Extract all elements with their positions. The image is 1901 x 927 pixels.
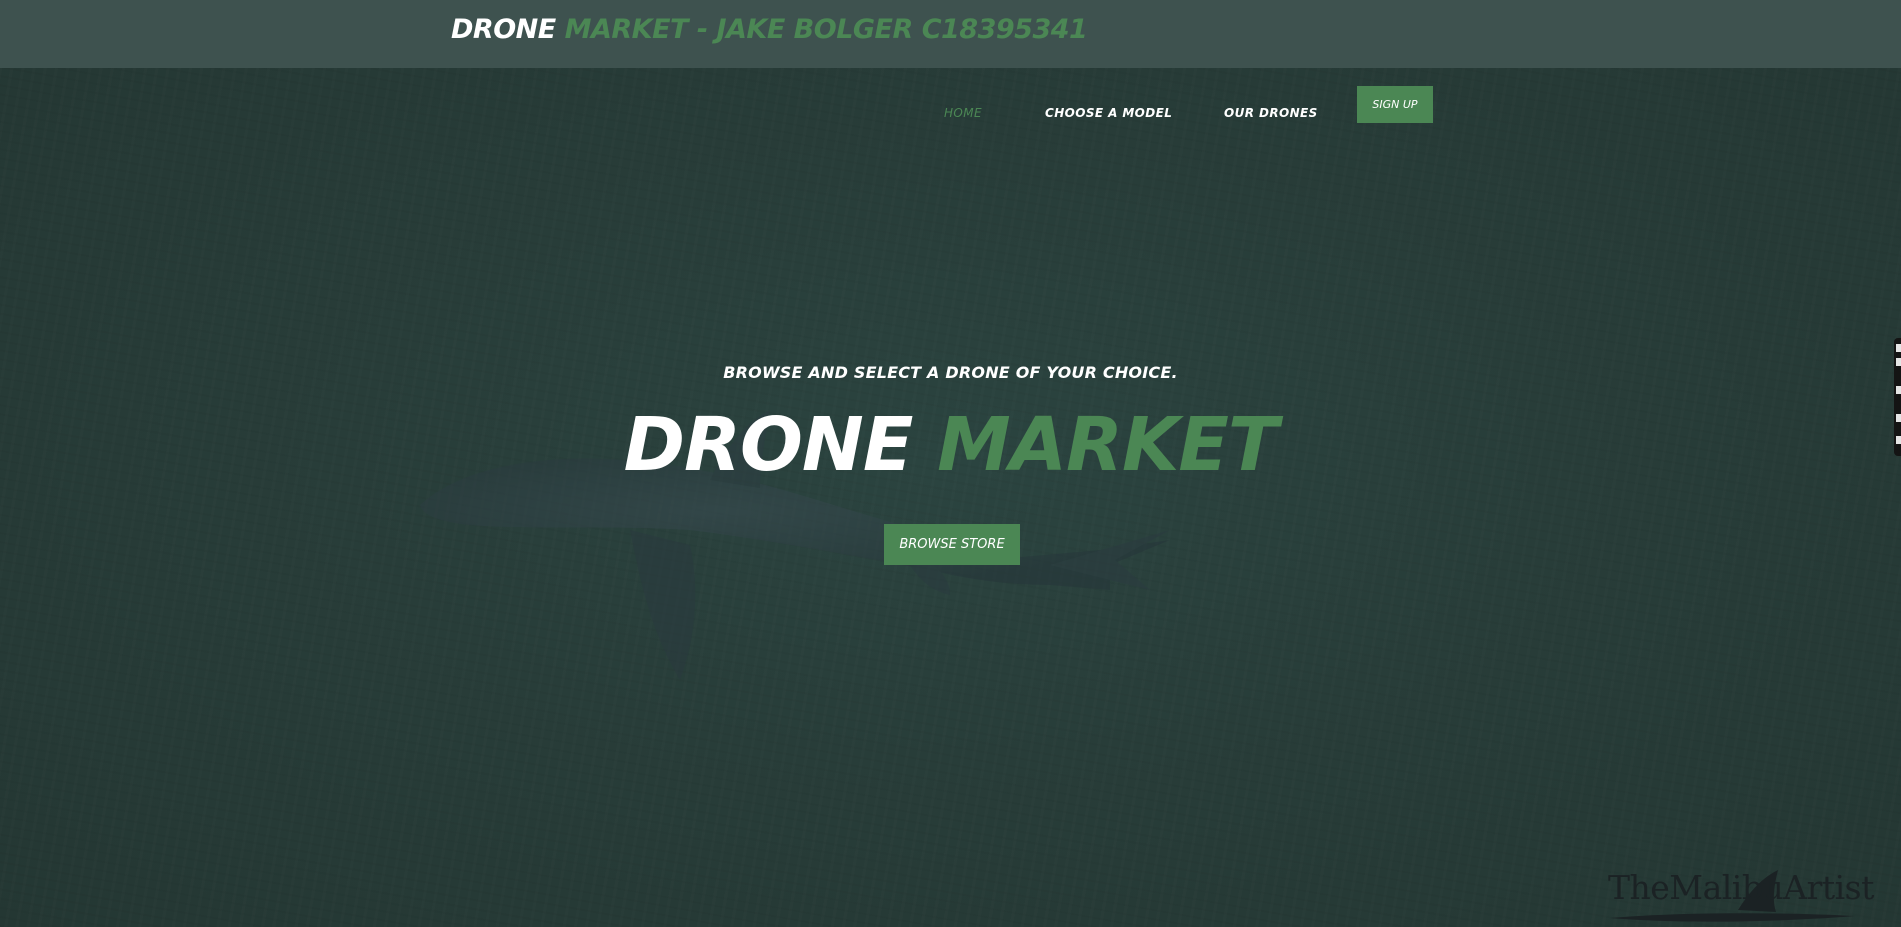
toolbar-icon[interactable] xyxy=(1896,386,1901,394)
toolbar-icon[interactable] xyxy=(1896,344,1901,352)
hero-tagline: BROWSE AND SELECT A DRONE OF YOUR CHOICE… xyxy=(723,363,1178,382)
toolbar-icon[interactable] xyxy=(1896,414,1901,422)
browse-store-button[interactable]: BROWSE STORE xyxy=(884,524,1020,565)
hero-title-green: MARKET xyxy=(937,402,1278,488)
top-header-bar: DRONE MARKET - JAKE BOLGER C18395341 xyxy=(0,0,1901,68)
side-toolbar-widget[interactable] xyxy=(1894,338,1901,456)
nav-link-choose-a-model[interactable]: CHOOSE A MODEL xyxy=(1045,106,1172,120)
sign-up-button[interactable]: SIGN UP xyxy=(1357,86,1433,123)
toolbar-icon[interactable] xyxy=(1896,436,1901,444)
toolbar-icon[interactable] xyxy=(1896,358,1901,366)
brand-word-green: MARKET - JAKE BOLGER C18395341 xyxy=(564,14,1088,45)
hero-title: DRONE MARKET xyxy=(0,408,1901,482)
nav-link-home[interactable]: HOME xyxy=(944,106,982,120)
site-brand-title[interactable]: DRONE MARKET - JAKE BOLGER C18395341 xyxy=(451,14,1088,45)
page: DRONE MARKET - JAKE BOLGER C18395341 HOM… xyxy=(0,0,1901,927)
main-navigation: HOME CHOOSE A MODEL OUR DRONES SIGN UP xyxy=(0,86,1901,124)
hero-title-white: DRONE xyxy=(623,402,914,488)
brand-word-white: DRONE xyxy=(451,14,556,45)
watermark-text: TheMalibuArtist xyxy=(1608,868,1874,907)
nav-link-our-drones[interactable]: OUR DRONES xyxy=(1224,106,1318,120)
